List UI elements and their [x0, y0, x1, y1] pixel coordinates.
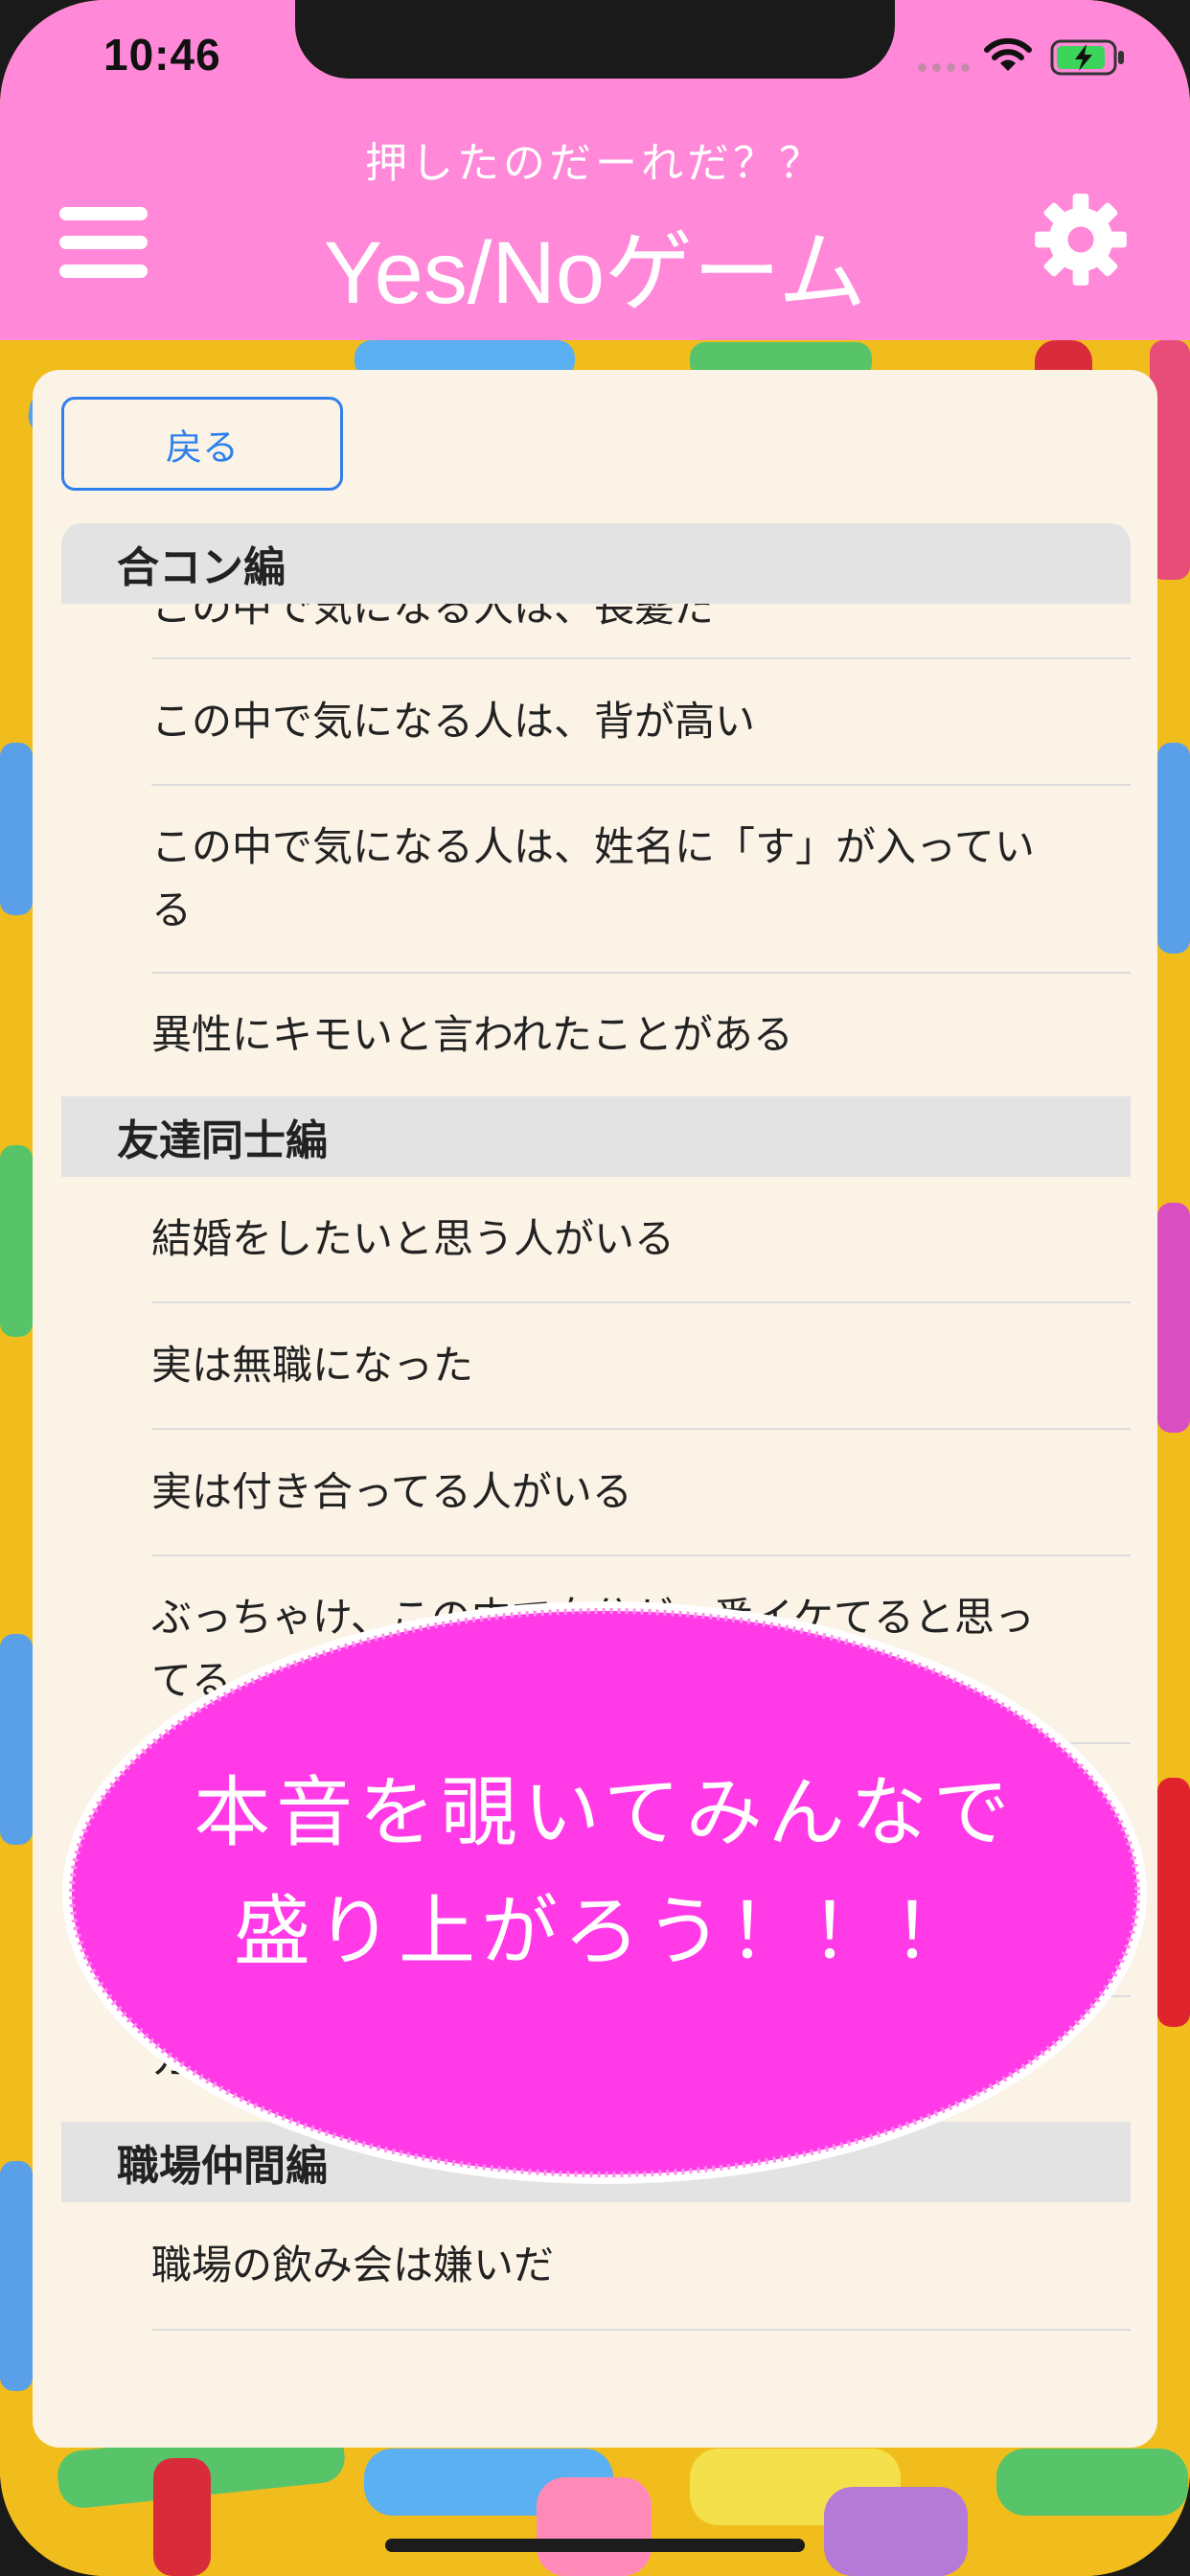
row-separator: [151, 2329, 1131, 2331]
cellular-signal-icon: [918, 63, 970, 72]
promo-line-2: 盛り上がろう！！！: [234, 1887, 975, 1976]
status-time: 10:46: [103, 30, 221, 80]
section-header-tomodachi: 友達同士編: [61, 1096, 1131, 1177]
list-item[interactable]: 職場の飲み会は嫌いだ: [61, 2202, 1131, 2329]
header-subtitle: 押したのだーれだ？？: [365, 139, 825, 188]
device-notch: [295, 0, 895, 79]
list-item[interactable]: 実は付き合ってる人がいる: [61, 1430, 1131, 1554]
promo-line-1: 本音を覗いてみんなで: [194, 1768, 1016, 1857]
promo-bubble-text: 本音を覗いてみんなで 盛り上がろう！！！: [59, 1754, 1150, 1991]
list-item[interactable]: 異性にキモいと言われたことがある: [61, 974, 1131, 1096]
back-button[interactable]: 戻る: [61, 397, 343, 491]
list-item[interactable]: この中で気になる人は、姓名に「す」が入っている: [61, 786, 1131, 972]
page-title: Yes/Noゲーム: [323, 224, 867, 322]
list-item[interactable]: 結婚をしたいと思う人がいる: [61, 1177, 1131, 1301]
wifi-icon: [984, 37, 1032, 71]
list-item[interactable]: 実は無職になった: [61, 1303, 1131, 1428]
section-header-goukon: 合コン編: [61, 523, 1131, 604]
battery-charging-icon: [1050, 39, 1124, 76]
gear-icon[interactable]: [1031, 190, 1131, 289]
list-item[interactable]: この中で気になる人は、背が高い: [61, 659, 1131, 784]
phone-screen: 10:46 押したのだーれだ？？ Yes/Noゲーム 戻る この中で気になる人は…: [0, 0, 1190, 2576]
home-indicator[interactable]: [385, 2539, 805, 2552]
